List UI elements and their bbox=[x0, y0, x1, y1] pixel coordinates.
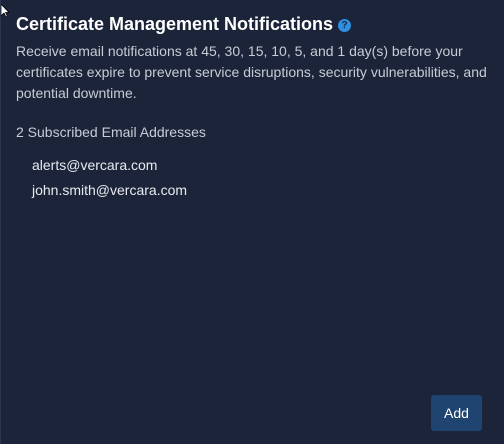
notification-description: Receive email notifications at 45, 30, 1… bbox=[16, 43, 487, 101]
add-button[interactable]: Add bbox=[431, 395, 482, 431]
email-list: alerts@vercara.com john.smith@vercara.co… bbox=[32, 153, 187, 203]
question-circle-icon[interactable]: ? bbox=[338, 18, 352, 32]
certificate-notifications-panel: Certificate Management Notifications ? R… bbox=[0, 0, 504, 444]
title-row: Certificate Management Notifications ? bbox=[16, 12, 352, 36]
email-item: alerts@vercara.com bbox=[32, 157, 158, 173]
page-title: Certificate Management Notifications bbox=[16, 14, 334, 34]
subscribed-emails-heading: 2 Subscribed Email Addresses bbox=[16, 124, 206, 140]
email-item: john.smith@vercara.com bbox=[32, 182, 188, 198]
